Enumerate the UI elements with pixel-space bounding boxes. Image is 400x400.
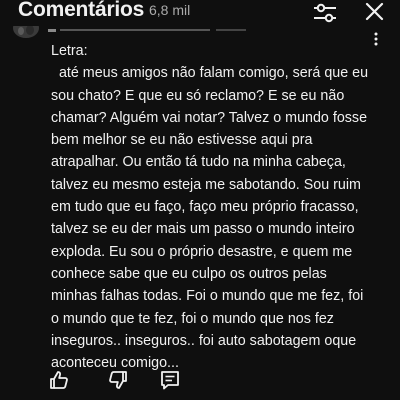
comment-author-line[interactable]: [48, 24, 258, 32]
comment-body: Letra: até meus amigos não falam comigo,…: [51, 40, 396, 374]
comment-line: bem melhor se eu não estivesse aqui pra: [51, 132, 313, 149]
comments-panel: Comentários 6,8 mil Letra: até meus amig…: [0, 0, 400, 400]
comment-line: minhas falhas todas. Foi o mundo que me …: [51, 288, 364, 305]
comment-count: 6,8 mil: [149, 2, 191, 18]
comment-line: Letra:: [51, 43, 88, 59]
thumbs-down-icon: [109, 371, 127, 389]
comment-line: exploda. Eu sou o próprio desastre, e qu…: [51, 243, 353, 260]
sliders-icon: [314, 3, 336, 23]
comment-line: conhece sabe que eu culpo os outros pela…: [51, 265, 327, 282]
comment-line: até meus amigos não falam comigo, será q…: [51, 65, 369, 82]
sort-filter-button[interactable]: [310, 0, 340, 26]
close-button[interactable]: [360, 0, 388, 26]
comment-line: talvez eu mesmo esteja me sabotando. Sou…: [51, 176, 361, 193]
comment-line: talvez se eu der mais um passo o mundo i…: [51, 221, 355, 238]
comment-line: em tudo que eu faço, faço meu próprio fr…: [51, 199, 359, 216]
like-button[interactable]: [47, 368, 71, 392]
comment-line: o mundo que te fez, foi o mundo que nos …: [51, 310, 334, 327]
dislike-button[interactable]: [106, 368, 130, 392]
thumbs-up-icon: [50, 371, 68, 389]
avatar[interactable]: [12, 26, 40, 40]
close-icon: [365, 2, 384, 21]
panel-title: Comentários: [18, 0, 145, 21]
comment-line: inseguros.. inseguros.. foi auto sabotag…: [51, 332, 357, 349]
comment-line: atrapalhar. Ou então tá tudo na minha ca…: [51, 154, 346, 171]
reply-comment-icon: [161, 371, 179, 390]
reply-button[interactable]: [158, 368, 182, 392]
comment-line: sou chato? E que eu só reclamo? E se eu …: [51, 87, 345, 104]
comment-actions: [0, 368, 400, 394]
comment-line: chamar? Alguém vai notar? Talvez o mundo…: [51, 109, 368, 126]
